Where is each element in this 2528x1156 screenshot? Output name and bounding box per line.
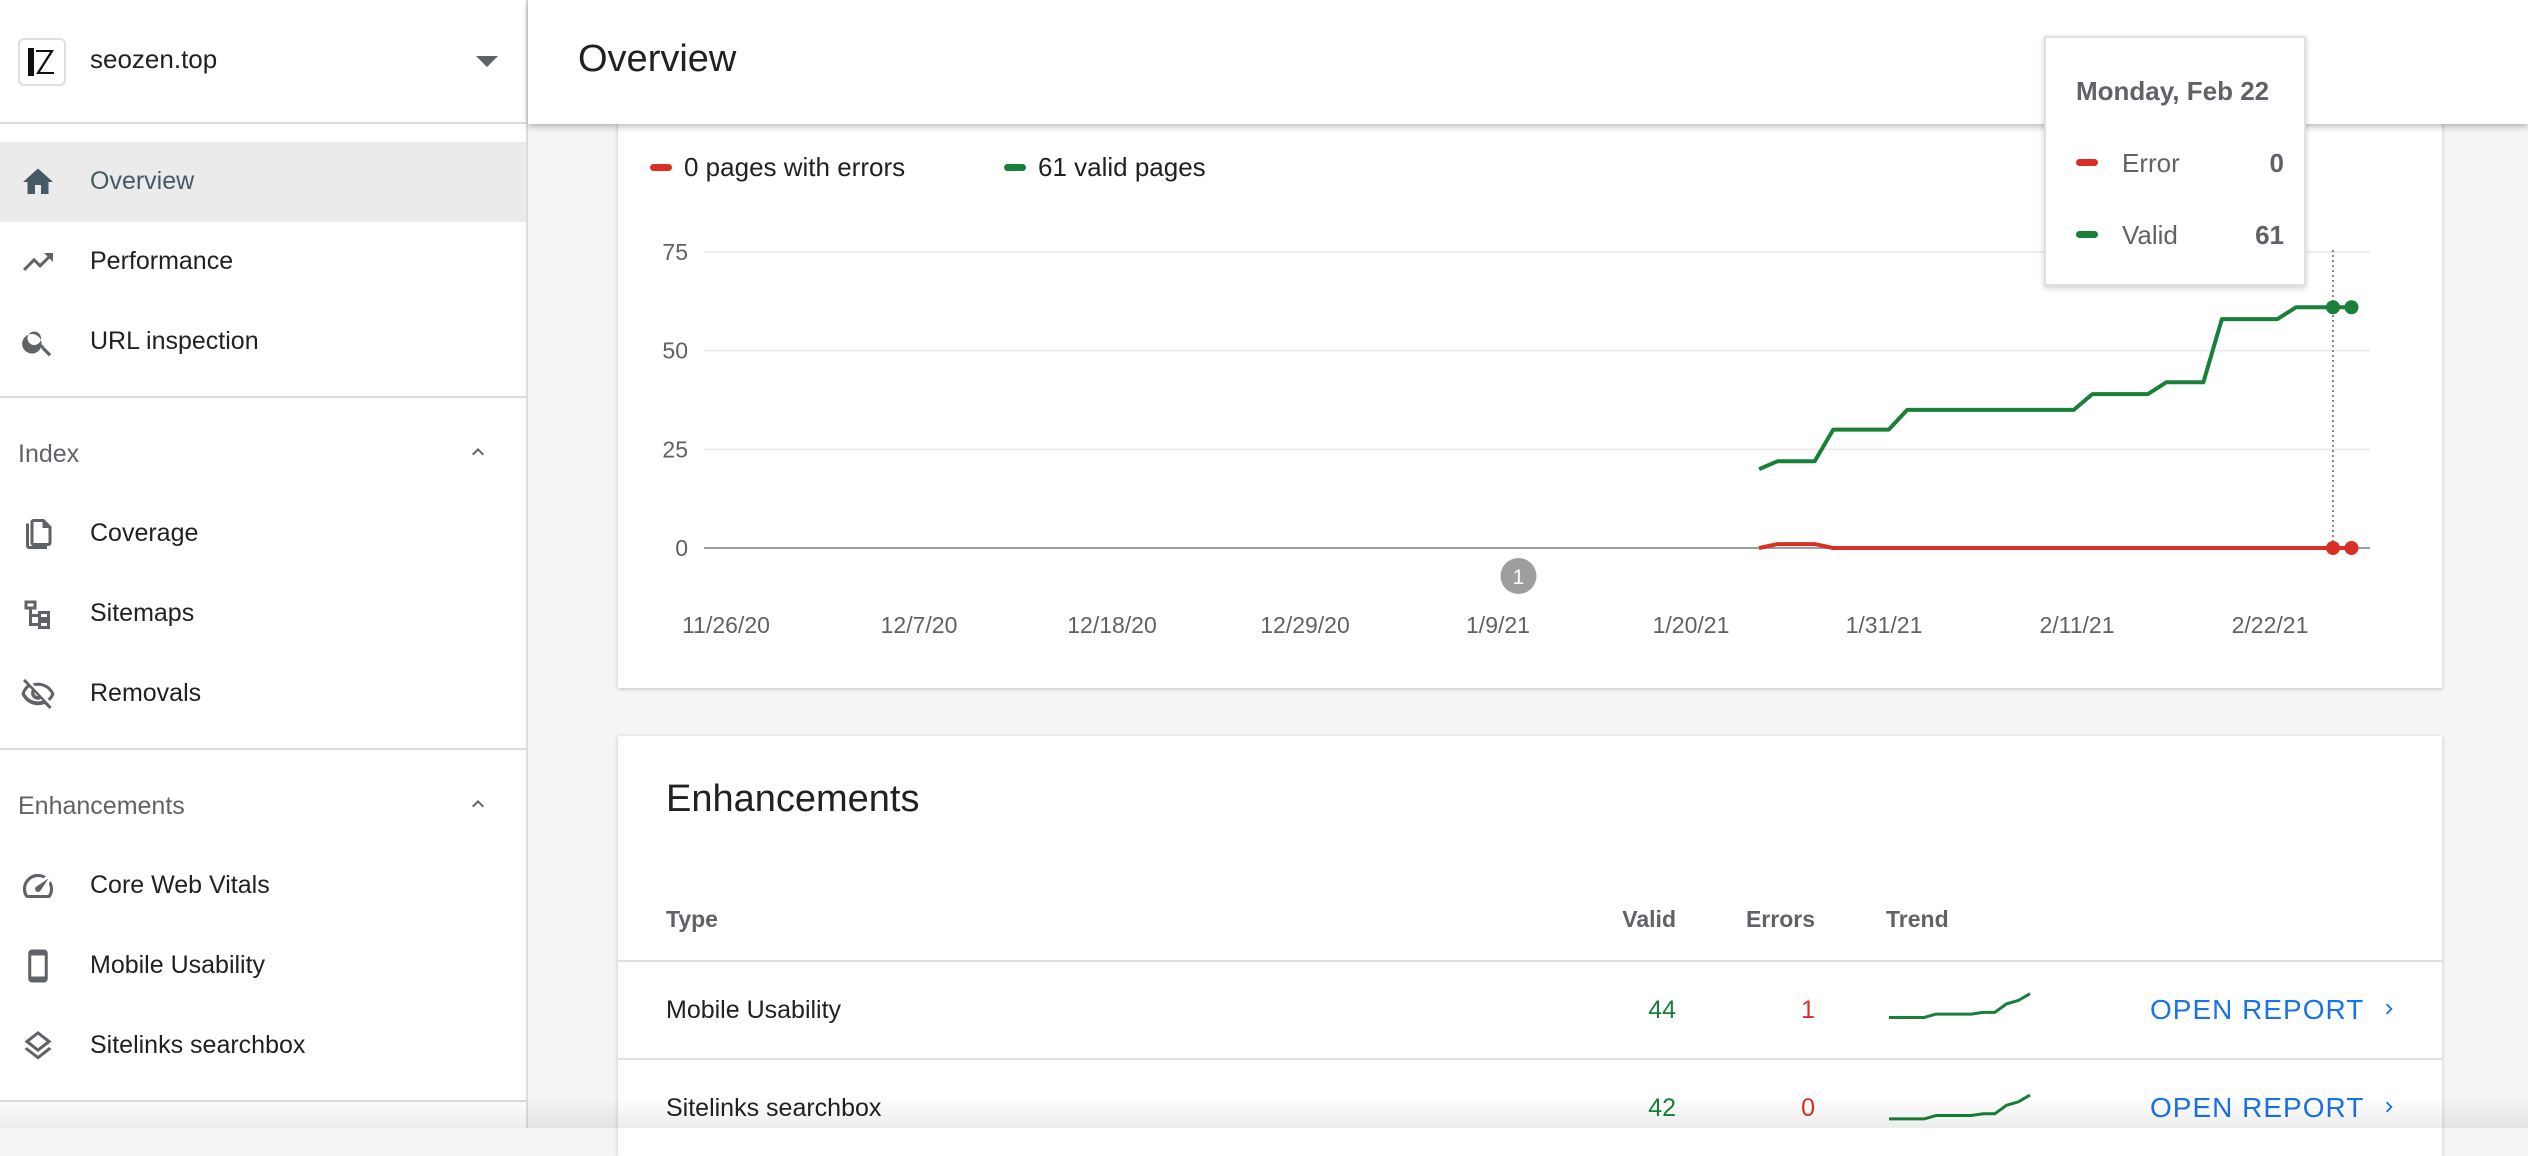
chevron-up-icon <box>472 800 484 808</box>
row-type: Mobile Usability <box>666 996 842 1024</box>
x-tick-label: 2/22/21 <box>2232 612 2309 638</box>
x-tick-label: 12/7/20 <box>881 612 958 638</box>
open-report-button[interactable]: OPEN REPORT <box>2150 1092 2400 1124</box>
divider <box>0 1100 526 1102</box>
table-row[interactable]: Sitelinks searchbox 42 0 OPEN REPORT <box>618 1060 2442 1156</box>
row-errors: 0 <box>1801 1094 1815 1122</box>
page-title: Overview <box>578 38 737 80</box>
error-point <box>2344 541 2359 555</box>
section-header-index[interactable]: Index <box>0 414 526 494</box>
sidebar-item-label: Core Web Vitals <box>90 871 270 899</box>
error-series-line <box>1758 542 2352 550</box>
x-tick-label: 1/9/21 <box>1466 612 1530 638</box>
home-icon <box>23 168 53 194</box>
row-type: Sitelinks searchbox <box>666 1094 882 1122</box>
x-tick-label: 11/26/20 <box>682 612 770 638</box>
sidebar-item-overview[interactable]: Overview <box>0 142 526 222</box>
copy-icon <box>26 519 52 549</box>
divider <box>0 748 526 750</box>
table-row[interactable]: Mobile Usability 44 1 OPEN REPORT <box>618 962 2442 1058</box>
section-title: Enhancements <box>18 792 185 820</box>
sidebar-item-performance[interactable]: Performance <box>0 222 526 302</box>
x-tick-label: 12/18/20 <box>1067 612 1157 638</box>
tooltip-label: Error <box>2122 148 2180 178</box>
sidebar-item-label: Mobile Usability <box>90 951 266 979</box>
sidebar-item-sitemaps[interactable]: Sitemaps <box>0 574 526 654</box>
tooltip-swatch-valid <box>2076 231 2098 238</box>
x-tick-label: 2/11/21 <box>2039 612 2114 638</box>
phone-icon <box>28 949 48 983</box>
divider <box>0 396 526 398</box>
column-header-valid: Valid <box>1622 906 1676 932</box>
row-valid: 44 <box>1648 996 1676 1024</box>
sidebar-item-label: Sitelinks searchbox <box>90 1031 306 1059</box>
column-header-errors: Errors <box>1745 906 1815 932</box>
sidebar-item-label: Performance <box>90 247 234 275</box>
eye-off-icon <box>21 678 55 709</box>
section-header-enhancements[interactable]: Enhancements <box>0 766 526 846</box>
caret-down-icon[interactable] <box>476 56 498 67</box>
valid-point <box>2325 300 2340 315</box>
enhancements-title: Enhancements <box>666 778 920 820</box>
y-tick-label: 25 <box>662 436 688 462</box>
property-selector[interactable]: seozen.top <box>0 0 526 124</box>
tooltip-value: 0 <box>2269 148 2284 178</box>
property-logo-icon <box>18 38 66 86</box>
sidebar-item-url-inspection[interactable]: URL inspection <box>0 302 526 382</box>
open-report-label: OPEN REPORT <box>2150 1092 2365 1123</box>
layers-icon <box>24 1031 52 1060</box>
sidebar-item-label: Overview <box>90 167 195 195</box>
tooltip-value: 61 <box>2255 220 2284 250</box>
tooltip-swatch-error <box>2076 159 2098 166</box>
sidebar-item-mobile-usability[interactable]: Mobile Usability <box>0 926 526 1006</box>
chevron-right-icon <box>2386 1003 2393 1015</box>
x-tick-label: 1/31/21 <box>1846 612 1923 638</box>
sidebar-item-label: Coverage <box>90 519 199 547</box>
enhancements-card: Enhancements Type Valid Errors Trend Mob… <box>618 736 2442 1156</box>
open-report-button[interactable]: OPEN REPORT <box>2150 994 2400 1026</box>
y-tick-label: 50 <box>662 338 688 364</box>
trend-sparkline <box>1889 992 2031 1019</box>
tooltip-label: Valid <box>2122 220 2178 250</box>
section-title: Index <box>18 440 80 468</box>
x-tick-label: 1/20/21 <box>1653 612 1730 638</box>
y-tick-label: 0 <box>675 535 688 561</box>
trend-sparkline <box>1889 1093 2031 1121</box>
valid-series-line <box>1758 305 2352 471</box>
tooltip-date: Monday, Feb 22 <box>2076 76 2270 106</box>
sidebar-item-label: Sitemaps <box>90 599 195 627</box>
chart-tooltip: Monday, Feb 22 Error 0 Valid 61 <box>2044 36 2306 286</box>
sitemap-icon <box>24 600 50 629</box>
open-report-label: OPEN REPORT <box>2150 994 2365 1025</box>
trending-up-icon <box>23 253 53 271</box>
sidebar-item-core-web-vitals[interactable]: Core Web Vitals <box>0 846 526 926</box>
x-tick-label: 12/29/20 <box>1260 612 1350 638</box>
chevron-up-icon <box>472 448 484 456</box>
sidebar-item-label: URL inspection <box>90 327 259 355</box>
chevron-right-icon <box>2386 1101 2393 1113</box>
sidebar-item-coverage[interactable]: Coverage <box>0 494 526 574</box>
column-header-type: Type <box>666 906 718 932</box>
column-header-trend: Trend <box>1886 906 1949 932</box>
property-name: seozen.top <box>90 44 218 74</box>
search-icon <box>22 331 52 357</box>
y-tick-label: 75 <box>662 239 688 265</box>
row-errors: 1 <box>1801 996 1815 1024</box>
sidebar: seozen.top Overview Performance URL insp… <box>0 0 528 1128</box>
sidebar-item-removals[interactable]: Removals <box>0 654 526 734</box>
trend-line <box>1889 1093 2031 1121</box>
speedometer-icon <box>22 873 54 899</box>
annotation-label: 1 <box>1513 566 1525 589</box>
trend-line <box>1889 992 2031 1019</box>
sidebar-item-label: Removals <box>90 679 202 707</box>
sidebar-item-sitelinks-searchbox[interactable]: Sitelinks searchbox <box>0 1006 526 1086</box>
valid-point <box>2344 300 2359 315</box>
error-point <box>2325 541 2340 555</box>
row-valid: 42 <box>1648 1094 1676 1122</box>
